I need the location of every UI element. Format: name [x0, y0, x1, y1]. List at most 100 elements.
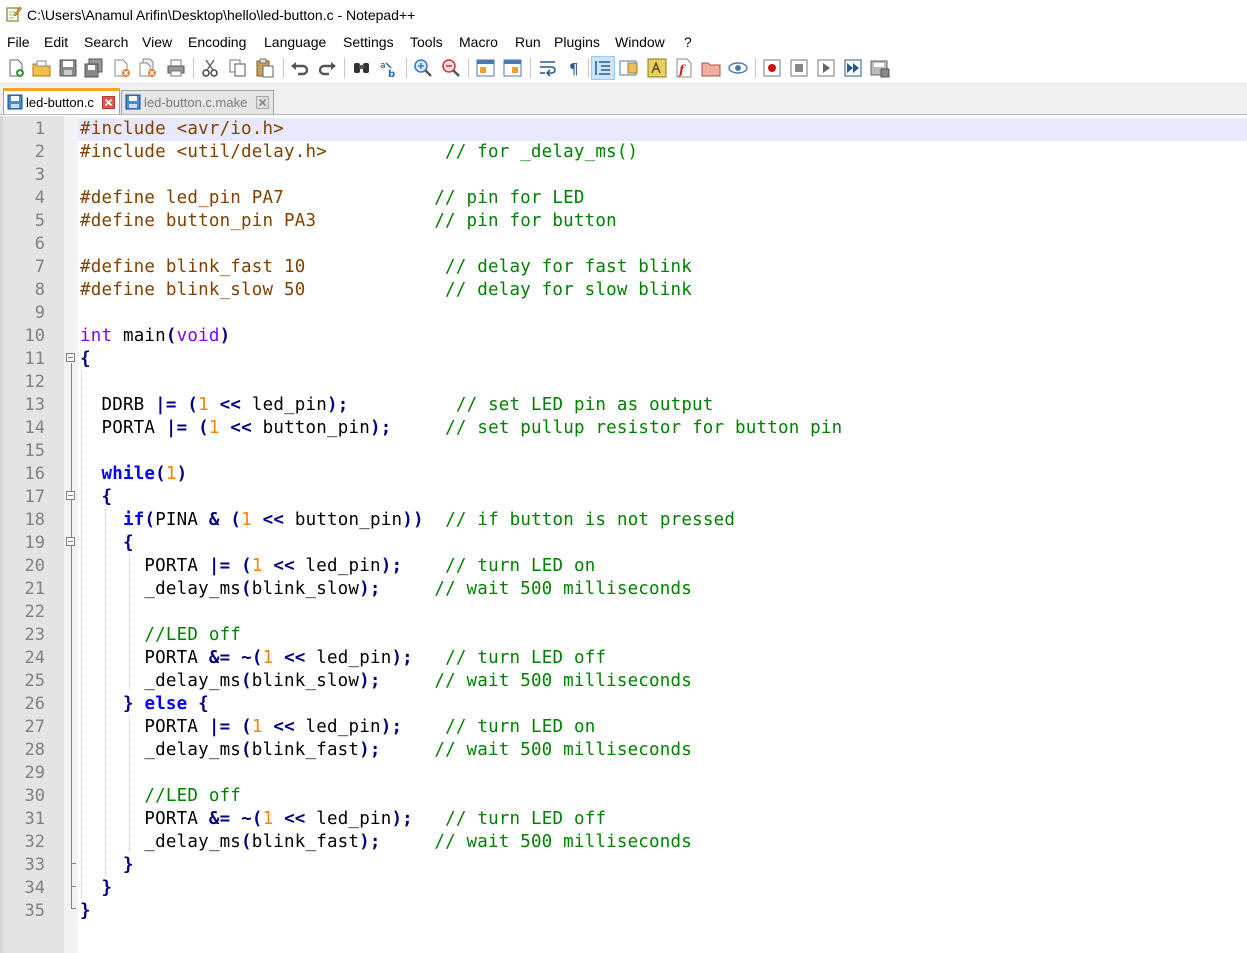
code-text[interactable]: #include <avr/io.h> #include <util/delay.… [80, 118, 842, 923]
code-token: led_pin [305, 648, 392, 668]
menu-plugins[interactable]: Plugins [554, 33, 600, 51]
menu-window[interactable]: Window [615, 33, 665, 51]
print-icon[interactable] [165, 57, 187, 79]
code-token: 1 [241, 510, 252, 530]
code-token: ); [327, 395, 349, 415]
menu-view[interactable]: View [142, 33, 172, 51]
code-token: // pin for LED [434, 188, 585, 208]
code-token: ); [369, 418, 392, 438]
close-all-icon[interactable] [137, 57, 159, 79]
run-macro-multiple-icon[interactable] [842, 57, 864, 79]
code-token: if [122, 510, 145, 530]
code-token: ( [241, 671, 252, 691]
open-file-icon[interactable] [31, 57, 53, 79]
document-map-icon[interactable] [618, 57, 640, 79]
toolbar-separator [530, 58, 531, 78]
fold-collapse-icon[interactable] [66, 353, 75, 362]
save-macro-icon[interactable] [869, 57, 891, 79]
close-file-icon[interactable] [111, 57, 133, 79]
tab-close-icon[interactable] [256, 96, 269, 109]
line-number: 27 [24, 717, 45, 737]
play-macro-icon[interactable] [815, 57, 837, 79]
menu-settings[interactable]: Settings [343, 33, 394, 51]
tab-close-icon[interactable] [102, 96, 115, 109]
word-wrap-icon[interactable] [537, 57, 559, 79]
tab-led-button-c[interactable]: led-button.c [3, 88, 120, 114]
code-token: // turn LED on [445, 556, 596, 576]
find-icon[interactable] [351, 57, 373, 79]
code-token: } [80, 901, 91, 921]
code-line: { [80, 486, 842, 509]
menu-macro[interactable]: Macro [459, 33, 498, 51]
notepad-plus-plus-icon [6, 5, 22, 22]
code-editor[interactable]: 1 2 3 4 5 6 7 8 9 10 11 12 13 14 15 16 17 18 19 20 21 22 23 24 2… [0, 116, 1247, 953]
code-token: { [122, 533, 134, 553]
line-number: 4 [34, 188, 45, 208]
code-token: << [284, 809, 306, 829]
record-macro-icon[interactable] [761, 57, 783, 79]
code-token: 1 [165, 464, 177, 484]
fold-end-marker [71, 886, 76, 887]
code-line: PORTA |= (1 << led_pin); // turn LED on [80, 716, 842, 739]
code-line: #define led_pin PA7 // pin for LED [80, 187, 842, 210]
code-token: int [80, 326, 113, 346]
folder-as-workspace-icon[interactable] [700, 57, 722, 79]
code-token: ); [359, 671, 381, 691]
toolbar-separator [406, 58, 407, 78]
code-token: // if button is not pressed [445, 510, 736, 530]
menu-tools[interactable]: Tools [410, 33, 443, 51]
menu-help[interactable]: ? [684, 33, 692, 51]
menu-edit[interactable]: Edit [44, 33, 68, 51]
code-line: DDRB |= (1 << led_pin); // set LED pin a… [80, 394, 842, 417]
fold-end-marker [71, 908, 76, 909]
tab-led-button-c-make[interactable]: led-button.c.make [121, 90, 274, 114]
stop-recording-icon[interactable] [788, 57, 810, 79]
fold-collapse-icon[interactable] [66, 537, 75, 546]
code-line: #define blink_fast 10 // delay for fast … [80, 256, 842, 279]
cut-icon[interactable] [199, 57, 221, 79]
menu-language[interactable]: Language [264, 33, 326, 51]
zoom-out-icon[interactable] [440, 57, 462, 79]
code-token: blink_fast [251, 832, 360, 852]
line-number: 17 [24, 487, 45, 507]
code-line: } else { [80, 693, 842, 716]
menu-file[interactable]: File [7, 33, 30, 51]
code-token: PORTA [80, 418, 166, 438]
copy-icon[interactable] [227, 57, 249, 79]
code-token: while [101, 464, 156, 484]
line-number: 16 [24, 464, 45, 484]
monitoring-eye-icon[interactable] [727, 57, 749, 79]
menu-encoding[interactable]: Encoding [188, 33, 246, 51]
fold-collapse-icon[interactable] [66, 491, 75, 500]
line-number: 8 [34, 280, 45, 300]
undo-icon[interactable] [289, 57, 311, 79]
user-defined-language-icon[interactable]: f [673, 57, 695, 79]
menu-run[interactable]: Run [515, 33, 541, 51]
menu-search[interactable]: Search [84, 33, 128, 51]
redo-icon[interactable] [316, 57, 338, 79]
code-token: ( [144, 510, 156, 530]
save-all-icon[interactable] [83, 57, 105, 79]
code-token: } [122, 855, 134, 875]
sync-horizontal-scroll-icon[interactable] [502, 57, 524, 79]
replace-icon[interactable]: ab [378, 57, 400, 79]
svg-text:b: b [388, 69, 395, 79]
sync-vertical-scroll-icon[interactable] [475, 57, 497, 79]
code-line: #include <avr/io.h> [80, 118, 842, 141]
code-token: // delay for fast blink [445, 257, 692, 277]
save-icon[interactable] [57, 57, 79, 79]
show-all-characters-icon[interactable]: ¶ [563, 57, 585, 79]
indent-guide-icon[interactable] [591, 56, 615, 80]
function-list-icon[interactable] [646, 57, 668, 79]
zoom-in-icon[interactable] [412, 57, 434, 79]
new-file-icon[interactable] [5, 57, 27, 79]
paste-icon[interactable] [254, 57, 276, 79]
